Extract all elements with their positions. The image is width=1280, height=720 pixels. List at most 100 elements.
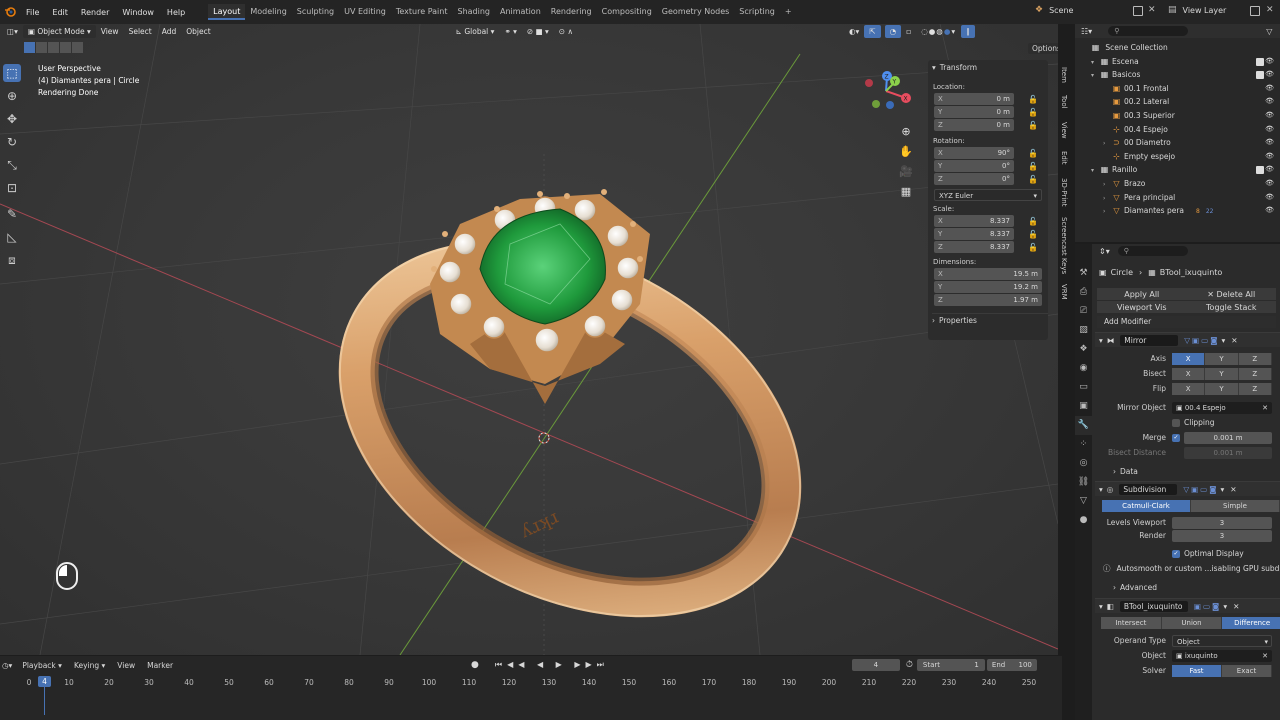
tab-edit[interactable]: Edit [1056,144,1068,172]
menu-add[interactable]: Add [157,25,182,38]
tab-compositing[interactable]: Compositing [597,4,657,20]
eye-icon[interactable]: 👁 [1265,163,1274,177]
filter-icon[interactable]: ▽ [1266,27,1272,36]
zoom-icon[interactable]: ⊕ [898,122,914,142]
pause-render-icon[interactable]: ∥ [961,24,975,38]
boolean-modifier-header[interactable]: ▾ ◧ BTool_ixuquinto ▣▭◙ ▾ ✕ [1095,598,1280,613]
eye-icon[interactable]: 👁 [1265,109,1274,123]
difference-button[interactable]: Difference [1222,617,1280,629]
intersect-button[interactable]: Intersect [1101,617,1162,629]
tab-item[interactable]: Item [1056,62,1068,88]
tab-uv-editing[interactable]: UV Editing [339,4,391,20]
options-button[interactable]: Options [1028,43,1058,54]
tab-view[interactable]: View [1056,116,1068,144]
object-properties-icon[interactable]: ▣ [1075,397,1092,416]
expand-icon[interactable]: › [1103,178,1112,192]
remove-modifier-icon[interactable]: ✕ [1230,485,1236,494]
lock-icon[interactable]: 🔓 [1028,95,1038,104]
location-z-field[interactable]: Z 0 m [934,119,1014,131]
3d-viewport[interactable]: ʎɹʞɹ ◫▾ ▣ Object Mode ▾ View Select Add … [0,24,1058,655]
tab-modeling[interactable]: Modeling [245,4,291,20]
boolean-object-field[interactable]: ▣ ixuquinto ✕ [1172,649,1272,662]
add-workspace-button[interactable]: + [780,4,797,20]
levels-viewport-field[interactable]: 3 [1172,516,1272,529]
lock-icon[interactable]: 🔓 [1028,230,1038,239]
clear-icon[interactable]: ✕ [1262,650,1268,662]
tab-screencast-keys[interactable]: Screencast Keys [1056,212,1068,280]
render-properties-icon[interactable]: ⎙ [1075,283,1092,302]
timeline-ruler[interactable]: 0 10 20 30 40 50 60 70 80 90 100 110 120 130 140 150 160… [0,656,1070,720]
expand-icon[interactable]: ▾ [1091,56,1100,70]
flip-x-toggle[interactable]: X [1172,382,1206,395]
expand-icon[interactable]: › [1103,192,1112,206]
viewport-vis-button[interactable]: Viewport Vis [1097,303,1187,312]
bisect-z-toggle[interactable]: Z [1238,367,1272,380]
tab-tool[interactable]: Tool [1056,88,1068,116]
tab-3d-print[interactable]: 3D-Print [1056,172,1068,212]
mirror-object-field[interactable]: ▣ 00.4 Espejo ✕ [1172,401,1272,414]
overlay-toggle-icon[interactable]: ◔ [884,24,902,38]
eye-icon[interactable]: 👁 [1265,191,1274,205]
collection-properties-icon[interactable]: ▭ [1075,378,1092,397]
clear-icon[interactable]: ✕ [1262,402,1268,414]
xray-icon[interactable]: ▫ [901,25,916,38]
outliner-row[interactable]: ▾ ▦ Basicos 👁 [1075,68,1280,82]
modifier-visibility-icons[interactable]: ▽▣▭◙ [1183,485,1218,494]
proportional-edit-icon[interactable]: ⊙ ∧ [554,25,578,38]
expand-icon[interactable]: ▾ [1091,69,1100,83]
tab-shading[interactable]: Shading [452,4,495,20]
select-difference-icon[interactable] [60,42,71,53]
location-y-field[interactable]: Y 0 m [934,106,1014,118]
catmull-clark-button[interactable]: Catmull-Clark [1102,500,1191,512]
menu-help[interactable]: Help [167,8,185,17]
material-properties-icon[interactable]: ● [1075,511,1092,530]
rotation-y-field[interactable]: Y 0° [934,160,1014,172]
transform-header[interactable]: ▾ Transform [932,60,1048,74]
outliner-row[interactable]: ⊹ 00.4 Espejo 👁 [1075,123,1280,137]
menu-select[interactable]: Select [124,25,157,38]
modifier-properties-icon[interactable]: 🔧 [1075,416,1092,435]
dimension-x-field[interactable]: X 19.5 m [934,268,1042,280]
toggle-stack-button[interactable]: Toggle Stack [1187,303,1277,312]
clipping-checkbox[interactable] [1172,418,1180,427]
boolean-name-field[interactable]: BTool_ixuquinto [1119,600,1188,612]
axis-z-toggle[interactable]: Z [1238,352,1272,365]
fast-solver-button[interactable]: Fast [1172,664,1222,677]
eye-icon[interactable]: 👁 [1265,55,1274,69]
render-levels-field[interactable]: 3 [1172,529,1272,542]
modifier-visibility-icons[interactable]: ▽▣▭◙ [1184,336,1219,345]
properties-subpanel[interactable]: › Properties [932,313,1048,327]
axis-x-toggle[interactable]: X [1172,352,1206,365]
outliner-display-mode-icon[interactable]: ☷▾ [1081,27,1092,36]
tab-scripting[interactable]: Scripting [734,4,780,20]
lock-icon[interactable]: 🔓 [1028,108,1038,117]
merge-checkbox[interactable]: ✓ [1172,433,1180,442]
eye-icon[interactable]: 👁 [1265,177,1274,191]
annotate-tool-icon[interactable]: ✎ [3,205,21,223]
apply-all-button[interactable]: Apply All [1097,290,1187,299]
scene-selector[interactable]: ❖ Scene [1035,5,1073,15]
chevron-down-icon[interactable]: ▾ [1221,336,1225,345]
flip-z-toggle[interactable]: Z [1238,382,1272,395]
constraints-icon[interactable]: ⛓ [1075,473,1092,492]
expand-icon[interactable]: › [1103,137,1112,151]
snap-icon[interactable]: ⊘ ■ ▾ [522,25,554,38]
chevron-down-icon[interactable]: ▾ [1223,602,1227,611]
tab-texture-paint[interactable]: Texture Paint [391,4,453,20]
eye-icon[interactable]: 👁 [1265,204,1274,218]
copy-view-layer-icon[interactable] [1250,6,1260,16]
outliner-search-input[interactable]: ⚲ [1108,26,1189,36]
tab-geometry-nodes[interactable]: Geometry Nodes [657,4,734,20]
orientation-selector[interactable]: ⊾ Global ▾ [451,25,500,38]
particles-icon[interactable]: ⁘ [1075,435,1092,454]
axis-y-toggle[interactable]: Y [1205,352,1239,365]
eye-icon[interactable]: 👁 [1265,123,1274,137]
scene-collection-row[interactable]: ▦ Scene Collection [1075,41,1280,55]
eye-icon[interactable]: 👁 [1265,136,1274,150]
menu-object[interactable]: Object [181,25,215,38]
location-x-field[interactable]: X 0 m [934,93,1014,105]
mode-selector[interactable]: ▣ Object Mode ▾ [22,24,96,38]
expand-icon[interactable]: ▾ [1091,164,1100,178]
select-intersect-icon[interactable] [72,42,83,53]
select-box-icon[interactable]: ⬚ [3,64,21,82]
